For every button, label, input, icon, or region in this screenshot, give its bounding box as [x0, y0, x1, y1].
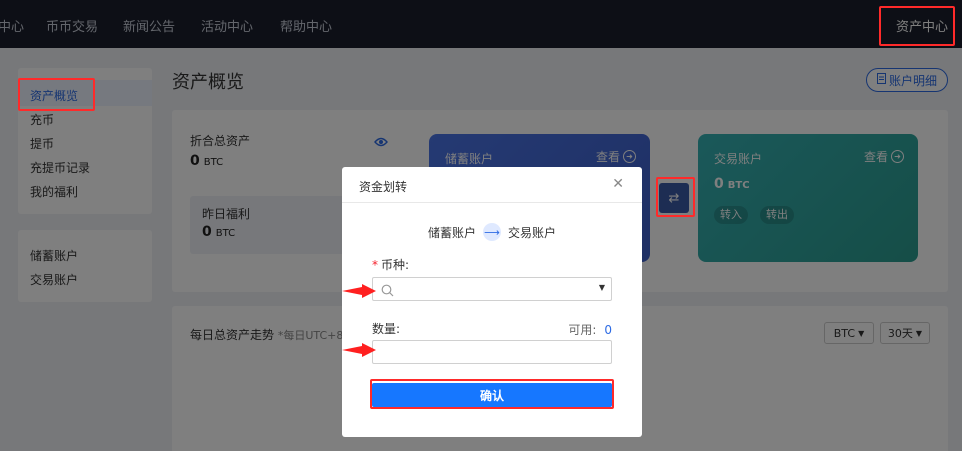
close-icon[interactable]: ✕: [612, 176, 624, 192]
available-balance: 可用: 0: [568, 323, 612, 337]
required-asterisk: *: [372, 258, 378, 272]
confirm-button[interactable]: 确认: [372, 383, 612, 407]
coin-field-label: * 币种:: [372, 258, 410, 272]
search-icon: [381, 282, 394, 301]
arrow-right-icon[interactable]: ⟶: [483, 223, 501, 241]
arrow-right-icon: [342, 284, 376, 298]
coin-select[interactable]: ▼: [372, 277, 612, 301]
from-account-label: 储蓄账户: [427, 225, 476, 240]
to-account-label: 交易账户: [508, 225, 557, 240]
transfer-direction: 储蓄账户 ⟶ 交易账户: [342, 223, 642, 241]
amount-input[interactable]: [372, 340, 612, 364]
caret-down-icon: ▼: [598, 283, 605, 292]
amount-field-label: 数量:: [372, 322, 401, 336]
transfer-modal: 资金划转 ✕ 储蓄账户 ⟶ 交易账户 * 币种: ▼ 数量: 可用: 0 确认: [342, 167, 642, 437]
modal-title: 资金划转: [359, 180, 408, 194]
modal-header: 资金划转 ✕: [342, 167, 642, 203]
arrow-right-icon: [342, 343, 376, 357]
